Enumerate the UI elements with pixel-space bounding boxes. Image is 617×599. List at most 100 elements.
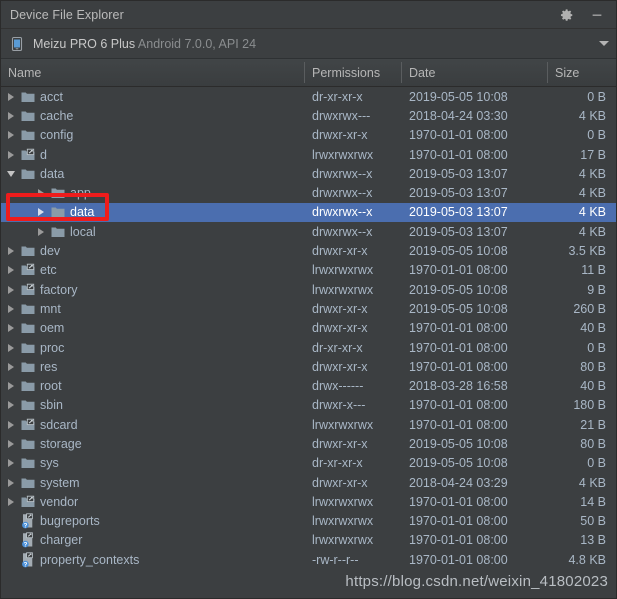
- table-row[interactable]: acct dr-xr-xr-x 2019-05-05 10:08 0 B: [1, 87, 616, 106]
- file-size-cell: 4 KB: [578, 186, 606, 201]
- table-row[interactable]: sbin drwxr-x--- 1970-01-01 08:00 180 B: [1, 396, 616, 415]
- file-size-cell: 9 B: [587, 282, 606, 297]
- file-size-cell: 4 KB: [578, 224, 606, 239]
- column-header-name[interactable]: Name: [1, 59, 304, 86]
- minimize-icon[interactable]: [589, 7, 605, 23]
- table-row[interactable]: data drwxrwx--x 2019-05-03 13:07 4 KB: [1, 202, 616, 223]
- file-permissions-cell: lrwxrwxrwx: [312, 514, 374, 529]
- chevron-right-icon[interactable]: [37, 227, 47, 237]
- chevron-right-icon[interactable]: [7, 497, 17, 507]
- table-row[interactable]: data drwxrwx--x 2019-05-03 13:07 4 KB: [1, 164, 616, 183]
- chevron-right-icon[interactable]: [7, 246, 17, 256]
- table-row[interactable]: sys dr-xr-xr-x 2019-05-05 10:08 0 B: [1, 454, 616, 473]
- table-row[interactable]: config drwxr-xr-x 1970-01-01 08:00 0 B: [1, 126, 616, 145]
- file-size-cell: 50 B: [580, 514, 606, 529]
- file-name-label: res: [40, 359, 58, 374]
- table-row[interactable]: dev drwxr-xr-x 2019-05-05 10:08 3.5 KB: [1, 241, 616, 260]
- column-header-size-label: Size: [555, 65, 580, 80]
- folder-icon: [20, 108, 36, 124]
- column-header-date[interactable]: Date: [402, 59, 547, 86]
- table-row[interactable]: d lrwxrwxrwx 1970-01-01 08:00 17 B: [1, 145, 616, 164]
- file-name-label: root: [40, 379, 62, 394]
- table-row[interactable]: cache drwxrwx--- 2018-04-24 03:30 4 KB: [1, 106, 616, 125]
- chevron-down-icon[interactable]: [7, 169, 17, 179]
- chevron-down-icon[interactable]: [599, 41, 609, 46]
- file-size-cell: 17 B: [580, 147, 606, 162]
- folder-icon: [20, 378, 36, 394]
- file-permissions-cell: lrwxrwxrwx: [312, 494, 374, 509]
- table-row[interactable]: mnt drwxr-xr-x 2019-05-05 10:08 260 B: [1, 299, 616, 318]
- table-row[interactable]: factory lrwxrwxrwx 2019-05-05 10:08 9 B: [1, 280, 616, 299]
- chevron-right-icon[interactable]: [7, 111, 17, 121]
- chevron-right-icon[interactable]: [7, 420, 17, 430]
- chevron-right-icon[interactable]: [7, 323, 17, 333]
- table-row[interactable]: vendor lrwxrwxrwx 1970-01-01 08:00 14 B: [1, 492, 616, 511]
- column-header-size[interactable]: Size: [548, 59, 616, 86]
- chevron-right-icon[interactable]: [7, 381, 17, 391]
- file-name-label: mnt: [40, 301, 61, 316]
- file-permissions-cell: lrwxrwxrwx: [312, 282, 374, 297]
- table-row[interactable]: storage drwxr-xr-x 2019-05-05 10:08 80 B: [1, 434, 616, 453]
- file-link-icon: ?: [20, 532, 36, 548]
- table-row[interactable]: app drwxrwx--x 2019-05-03 13:07 4 KB: [1, 183, 616, 202]
- file-permissions-cell: drwxrwx--x: [312, 166, 373, 181]
- file-link-icon: ?: [20, 513, 36, 529]
- table-row[interactable]: oem drwxr-xr-x 1970-01-01 08:00 40 B: [1, 319, 616, 338]
- file-size-cell: 0 B: [587, 128, 606, 143]
- table-row[interactable]: root drwx------ 2018-03-28 16:58 40 B: [1, 376, 616, 395]
- column-header-permissions[interactable]: Permissions: [305, 59, 401, 86]
- file-name-label: d: [40, 147, 47, 162]
- gear-icon[interactable]: [559, 7, 575, 23]
- column-header-permissions-label: Permissions: [312, 65, 381, 80]
- device-selector[interactable]: Meizu PRO 6 Plus Android 7.0.0, API 24: [1, 29, 616, 59]
- table-row[interactable]: sdcard lrwxrwxrwx 1970-01-01 08:00 21 B: [1, 415, 616, 434]
- chevron-right-icon[interactable]: [7, 92, 17, 102]
- file-size-cell: 4 KB: [578, 205, 606, 220]
- table-row[interactable]: system drwxr-xr-x 2018-04-24 03:29 4 KB: [1, 473, 616, 492]
- file-size-cell: 40 B: [580, 321, 606, 336]
- file-name-label: dev: [40, 244, 61, 259]
- folder-icon: [20, 397, 36, 413]
- folder-icon: [20, 166, 36, 182]
- file-permissions-cell: lrwxrwxrwx: [312, 533, 374, 548]
- file-permissions-cell: drwxr-xr-x: [312, 475, 368, 490]
- table-row[interactable]: ? property_contexts -rw-r--r-- 1970-01-01 0…: [1, 550, 616, 569]
- table-row[interactable]: ? bugreports lrwxrwxrwx 1970-01-01 08:00 50 …: [1, 512, 616, 531]
- table-row[interactable]: etc lrwxrwxrwx 1970-01-01 08:00 11 B: [1, 261, 616, 280]
- chevron-right-icon[interactable]: [7, 478, 17, 488]
- chevron-right-icon[interactable]: [7, 285, 17, 295]
- file-size-cell: 80 B: [580, 436, 606, 451]
- chevron-right-icon[interactable]: [7, 343, 17, 353]
- folder-icon: [20, 436, 36, 452]
- chevron-right-icon[interactable]: [37, 207, 47, 217]
- chevron-right-icon[interactable]: [7, 439, 17, 449]
- file-permissions-cell: drwx------: [312, 379, 364, 394]
- chevron-right-icon[interactable]: [7, 130, 17, 140]
- folder-link-icon: [20, 147, 36, 163]
- device-label: Meizu PRO 6 Plus Android 7.0.0, API 24: [33, 37, 256, 51]
- table-row[interactable]: res drwxr-xr-x 1970-01-01 08:00 80 B: [1, 357, 616, 376]
- chevron-right-icon[interactable]: [7, 150, 17, 160]
- column-header-name-label: Name: [8, 65, 42, 80]
- chevron-right-icon[interactable]: [7, 400, 17, 410]
- chevron-right-icon[interactable]: [37, 188, 47, 198]
- phone-icon: [9, 36, 25, 52]
- table-row[interactable]: local drwxrwx--x 2019-05-03 13:07 4 KB: [1, 222, 616, 241]
- column-header-date-label: Date: [409, 65, 436, 80]
- chevron-right-icon[interactable]: [7, 362, 17, 372]
- file-tree-list[interactable]: acct dr-xr-xr-x 2019-05-05 10:08 0 Bcache dr…: [1, 87, 616, 598]
- file-permissions-cell: drwxrwx--x: [312, 186, 373, 201]
- chevron-right-icon[interactable]: [7, 265, 17, 275]
- file-name-label: proc: [40, 340, 65, 355]
- file-permissions-cell: drwxr-xr-x: [312, 321, 368, 336]
- table-row[interactable]: proc dr-xr-xr-x 1970-01-01 08:00 0 B: [1, 338, 616, 357]
- file-permissions-cell: -rw-r--r--: [312, 552, 359, 567]
- chevron-right-icon[interactable]: [7, 304, 17, 314]
- file-permissions-cell: drwxrwx---: [312, 108, 371, 123]
- chevron-right-icon[interactable]: [7, 458, 17, 468]
- file-link-icon: ?: [20, 552, 36, 568]
- table-row[interactable]: ? charger lrwxrwxrwx 1970-01-01 08:00 13 B: [1, 531, 616, 550]
- file-name-label: cache: [40, 108, 74, 123]
- file-size-cell: 40 B: [580, 379, 606, 394]
- file-name-label: bugreports: [40, 514, 100, 529]
